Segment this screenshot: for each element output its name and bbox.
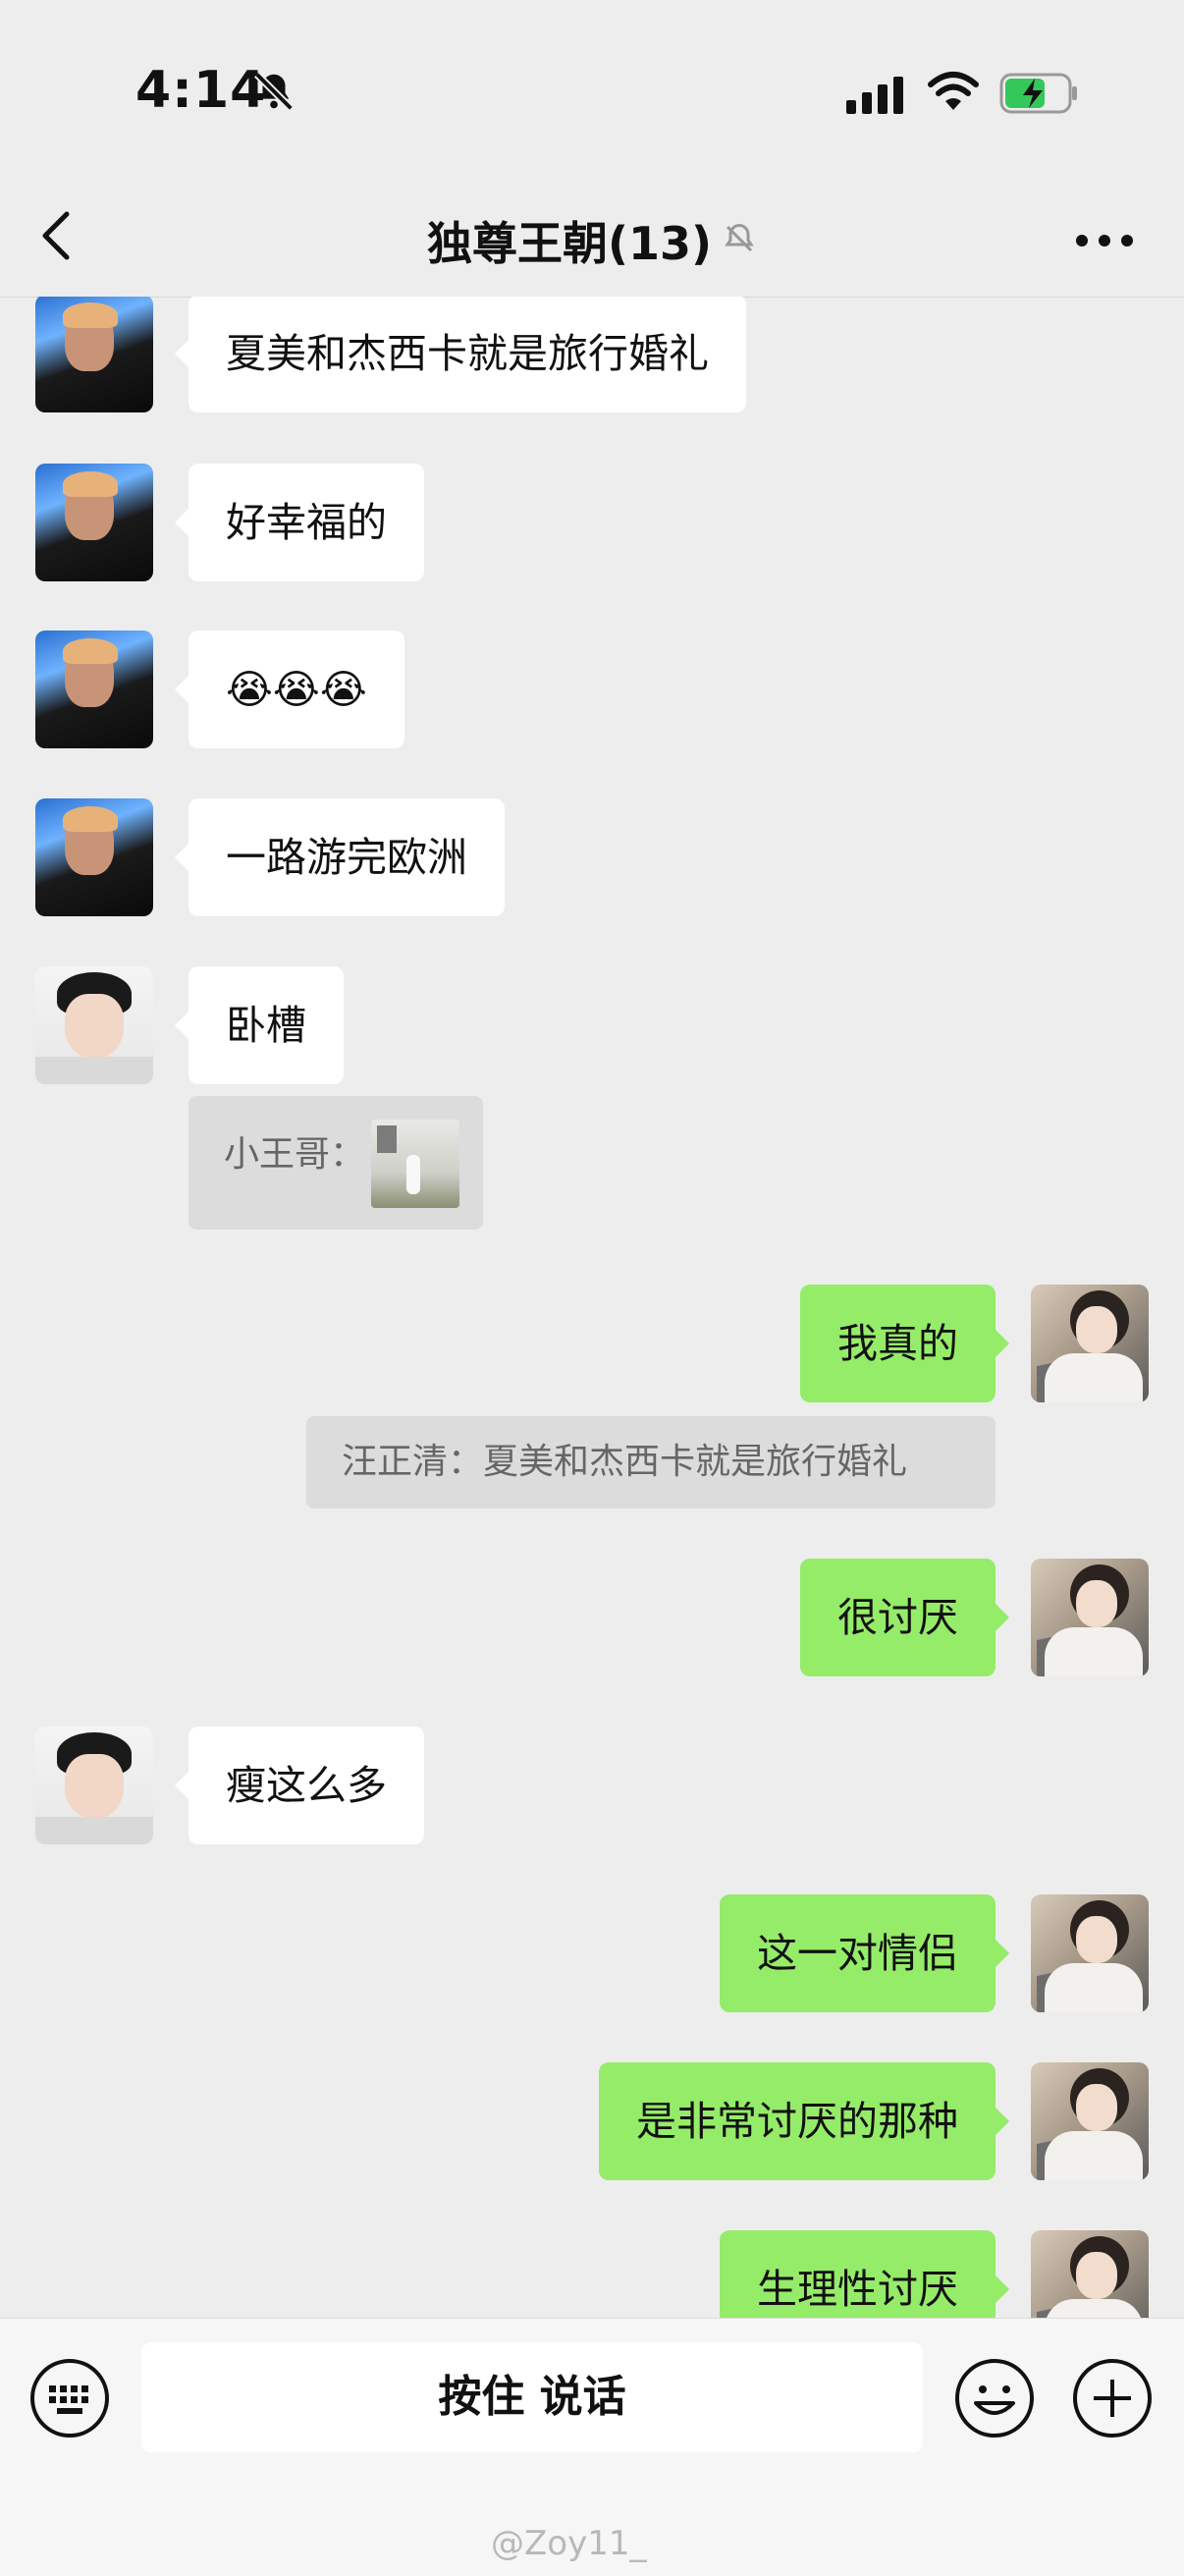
more-dots-icon [1076, 235, 1133, 247]
chat-message-list[interactable]: 夏美和杰西卡就是旅行婚礼 好幸福的 😭😭😭 一路游完欧洲 卧槽 小王哥： 我真的… [0, 297, 1184, 2318]
message-bubble[interactable]: 是非常讨厌的那种 [599, 2062, 1009, 2180]
message-bubble[interactable]: 瘦这么多 [175, 1726, 424, 1844]
avatar[interactable] [35, 464, 153, 581]
keyboard-icon [30, 2359, 109, 2438]
plus-icon [1073, 2359, 1152, 2438]
message-bubble[interactable]: 我真的 [800, 1285, 1009, 1402]
status-time: 4:14 [135, 61, 267, 120]
battery-charging-icon [999, 73, 1080, 118]
avatar[interactable] [35, 297, 153, 412]
avatar[interactable] [1031, 2230, 1149, 2318]
status-bar: 4:14 [0, 0, 1184, 187]
message-bubble[interactable]: 😭😭😭 [175, 630, 404, 748]
wifi-icon [927, 71, 980, 118]
emoji-button[interactable] [954, 2358, 1035, 2439]
avatar[interactable] [1031, 1559, 1149, 1676]
plus-button[interactable] [1072, 2358, 1153, 2439]
message-bubble[interactable]: 夏美和杰西卡就是旅行婚礼 [175, 297, 746, 412]
avatar[interactable] [35, 798, 153, 916]
avatar[interactable] [1031, 1285, 1149, 1402]
avatar[interactable] [35, 630, 153, 748]
emoji-icon [955, 2359, 1034, 2438]
avatar[interactable] [35, 966, 153, 1084]
more-button[interactable] [1070, 216, 1139, 265]
avatar[interactable] [35, 1726, 153, 1844]
message-bubble[interactable]: 这一对情侣 [720, 1894, 1009, 2012]
message-bubble[interactable]: 卧槽 [175, 966, 344, 1084]
chat-title-wrap: 独尊王朝(13) [0, 208, 1184, 273]
bell-slash-icon [251, 69, 296, 118]
nav-bar: 独尊王朝(13) [0, 187, 1184, 298]
keyboard-button[interactable] [29, 2358, 110, 2439]
quoted-message[interactable]: 小王哥： [188, 1096, 483, 1230]
bell-slash-icon [722, 214, 757, 267]
avatar[interactable] [1031, 1894, 1149, 2012]
watermark: @Zoy11_ [491, 2524, 647, 2563]
message-bubble[interactable]: 一路游完欧洲 [175, 798, 505, 916]
chat-title: 独尊王朝(13) [426, 217, 713, 270]
quote-sender: 小王哥： [224, 1134, 366, 1175]
cellular-signal-icon [846, 77, 907, 118]
message-bubble[interactable]: 很讨厌 [800, 1559, 1009, 1676]
avatar[interactable] [1031, 2062, 1149, 2180]
hold-to-talk-button[interactable]: 按住 说话 [141, 2342, 923, 2452]
quoted-image-thumbnail [371, 1120, 459, 1208]
quoted-message[interactable]: 汪正清：夏美和杰西卡就是旅行婚礼 [306, 1416, 996, 1508]
message-bubble[interactable]: 好幸福的 [175, 464, 424, 581]
message-bubble[interactable]: 生理性讨厌 [720, 2230, 1009, 2318]
